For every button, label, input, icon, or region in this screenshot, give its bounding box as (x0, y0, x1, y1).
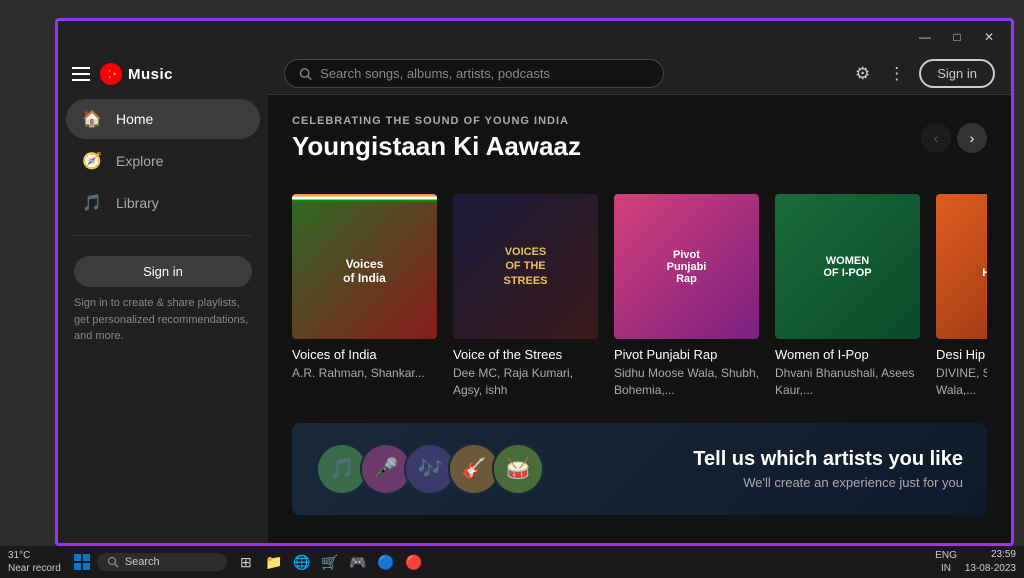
topbar-right: ⚙ ⋮ Sign in (851, 59, 995, 88)
card-subtitle-desi-hiphop: DIVINE, Sidhu Moose Wala,... (936, 365, 987, 399)
taskbar-clock: 23:59 13-08-2023 (965, 548, 1016, 576)
card-subtitle-women-ipop: Dhvani Bhanushali, Asees Kaur,... (775, 365, 920, 399)
main-area: ⚙ ⋮ Sign in CELEBRATING THE SOUND OF YOU… (268, 53, 1011, 543)
artist-cta-title: Tell us which artists you like (693, 448, 963, 471)
topbar: ⚙ ⋮ Sign in (268, 53, 1011, 95)
sidebar: Music 🏠 Home 🧭 Explore (58, 53, 268, 543)
card-voices-india[interactable]: Voicesof India Voices of India A.R. Rahm… (292, 194, 437, 399)
taskbar-icon-chrome[interactable]: 🔵 (375, 551, 397, 573)
avatar-5: 🥁 (492, 443, 544, 495)
next-arrow-button[interactable]: › (957, 123, 987, 153)
sidebar-item-library-label: Library (116, 195, 159, 211)
sidebar-item-explore-label: Explore (116, 153, 163, 169)
taskbar-icon-files[interactable]: 📁 (263, 551, 285, 573)
ytmusic-logo-icon (100, 63, 122, 85)
more-options-button[interactable]: ⋮ (884, 60, 909, 88)
sidebar-nav: 🏠 Home 🧭 Explore 🎵 Library (58, 97, 268, 225)
app-window: — □ ✕ (58, 21, 1011, 543)
start-button[interactable] (71, 551, 93, 573)
taskbar-icon-edge[interactable]: 🌐 (291, 551, 313, 573)
search-bar[interactable] (284, 59, 664, 88)
sidebar-signin-button[interactable]: Sign in (74, 256, 252, 287)
card-women-ipop[interactable]: WOMENOF I-POP Women of I-Pop Dhvani Bhan… (775, 194, 920, 399)
card-title-punjabi-rap: Pivot Punjabi Rap (614, 347, 759, 362)
section-title: Youngistaan Ki Aawaaz (292, 131, 581, 162)
taskbar-date-value: 13-08-2023 (965, 562, 1016, 576)
card-image-voices-india: Voicesof India (292, 194, 437, 339)
card-desi-hiphop[interactable]: DesiHip Hop X Desi Hip Hop X DIVINE, Sid… (936, 194, 987, 399)
desktop: — □ ✕ (0, 0, 1024, 578)
sidebar-signin-section: Sign in Sign in to create & share playli… (58, 246, 268, 355)
taskbar-icon-store[interactable]: 🛒 (319, 551, 341, 573)
close-button[interactable]: ✕ (975, 27, 1003, 47)
artist-cta: Tell us which artists you like We'll cre… (693, 448, 963, 490)
taskbar-icon-ytmusic[interactable]: 🔴 (403, 551, 425, 573)
content-area: CELEBRATING THE SOUND OF YOUNG INDIA You… (268, 95, 1011, 543)
app-body: Music 🏠 Home 🧭 Explore (58, 53, 1011, 543)
section-text: CELEBRATING THE SOUND OF YOUNG INDIA You… (292, 115, 581, 178)
taskbar-icon-widgets[interactable]: ⊞ (235, 551, 257, 573)
sidebar-signin-desc: Sign in to create & share playlists, get… (74, 295, 252, 345)
logo-area: Music (100, 63, 173, 85)
search-icon (299, 67, 312, 81)
sidebar-item-home[interactable]: 🏠 Home (66, 99, 260, 139)
app-title: Music (128, 66, 173, 83)
sidebar-item-explore[interactable]: 🧭 Explore (66, 141, 260, 181)
card-image-punjabi-rap: PivotPunjabiRap (614, 194, 759, 339)
card-title-desi-hiphop: Desi Hip Hop X (936, 347, 987, 362)
taskbar-icon-xbox[interactable]: 🎮 (347, 551, 369, 573)
maximize-button[interactable]: □ (943, 27, 971, 47)
card-punjabi-rap[interactable]: PivotPunjabiRap Pivot Punjabi Rap Sidhu … (614, 194, 759, 399)
topbar-signin-button[interactable]: Sign in (919, 59, 995, 88)
search-input[interactable] (320, 66, 649, 81)
card-image-desi-hiphop: DesiHip Hop X (936, 194, 987, 339)
sidebar-item-library[interactable]: 🎵 Library (66, 183, 260, 223)
taskbar-weather: 31°C Near record (8, 549, 61, 575)
taskbar-search[interactable]: Search (97, 553, 227, 571)
explore-icon: 🧭 (82, 151, 102, 171)
card-image-strees: VOICESOF THESTREES (453, 194, 598, 339)
card-subtitle-voices-india: A.R. Rahman, Shankar... (292, 365, 437, 382)
titlebar-controls: — □ ✕ (911, 27, 1003, 47)
card-title-voices-india: Voices of India (292, 347, 437, 362)
taskbar: 31°C Near record Search ⊞ 📁 🌐 🛒 🎮 🔵 🔴 (0, 546, 1024, 578)
hamburger-icon[interactable] (72, 67, 90, 81)
artist-cta-subtitle: We'll create an experience just for you (693, 475, 963, 490)
taskbar-weather-desc: Near record (8, 562, 61, 575)
section-header: CELEBRATING THE SOUND OF YOUNG INDIA You… (292, 115, 987, 178)
windows-logo-icon (74, 554, 90, 570)
card-voice-strees[interactable]: VOICESOF THESTREES Voice of the Strees D… (453, 194, 598, 399)
library-icon: 🎵 (82, 193, 102, 213)
titlebar: — □ ✕ (58, 21, 1011, 53)
sidebar-item-home-label: Home (116, 111, 153, 127)
card-image-women-ipop: WOMENOF I-POP (775, 194, 920, 339)
sidebar-header: Music (58, 53, 268, 97)
cards-row: Voicesof India Voices of India A.R. Rahm… (292, 194, 987, 399)
taskbar-icons: ⊞ 📁 🌐 🛒 🎮 🔵 🔴 (235, 551, 425, 573)
prev-arrow-button[interactable]: ‹ (921, 123, 951, 153)
artist-avatars: 🎵 🎤 🎶 🎸 (316, 443, 544, 495)
card-title-women-ipop: Women of I-Pop (775, 347, 920, 362)
nav-arrows: ‹ › (921, 123, 987, 153)
taskbar-search-label: Search (125, 556, 160, 568)
taskbar-right: ENG IN 23:59 13-08-2023 (935, 548, 1016, 576)
window-wrapper: — □ ✕ (55, 18, 1014, 546)
taskbar-temperature: 31°C (8, 549, 61, 562)
card-title-strees: Voice of the Strees (453, 347, 598, 362)
taskbar-time-value: 23:59 (965, 548, 1016, 562)
home-icon: 🏠 (82, 109, 102, 129)
minimize-button[interactable]: — (911, 27, 939, 47)
taskbar-search-icon (107, 556, 119, 568)
artist-section: 🎵 🎤 🎶 🎸 (292, 423, 987, 515)
sidebar-divider (74, 235, 252, 236)
settings-button[interactable]: ⚙ (851, 60, 874, 88)
taskbar-language: ENG IN (935, 549, 957, 575)
card-subtitle-punjabi-rap: Sidhu Moose Wala, Shubh, Bohemia,... (614, 365, 759, 399)
section-subtitle: CELEBRATING THE SOUND OF YOUNG INDIA (292, 115, 581, 127)
card-subtitle-strees: Dee MC, Raja Kumari, Agsy, ishh (453, 365, 598, 399)
